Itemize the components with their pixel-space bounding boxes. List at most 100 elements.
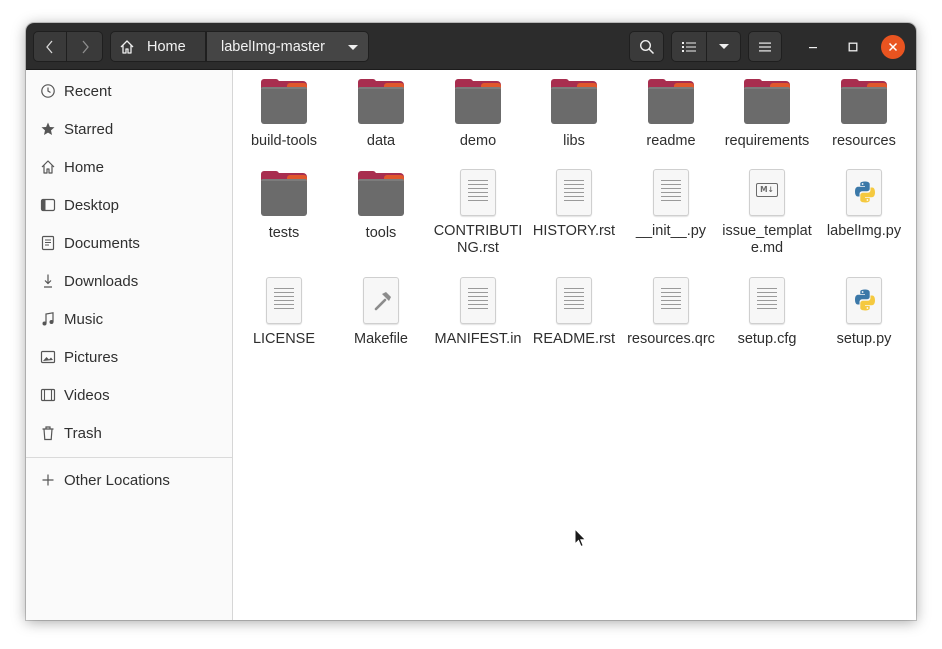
forward-button[interactable] xyxy=(67,31,103,62)
minimize-button[interactable] xyxy=(801,35,825,59)
file-item[interactable]: LICENSE xyxy=(236,277,332,348)
sidebar-item-label: Pictures xyxy=(64,348,119,366)
file-name: HISTORY.rst xyxy=(532,223,616,239)
folder-icon xyxy=(647,79,695,127)
file-item[interactable]: __init__.py xyxy=(623,169,719,240)
sidebar-divider xyxy=(26,457,232,458)
python-file-icon xyxy=(840,277,888,325)
sidebar-item-label: Recent xyxy=(64,82,112,100)
file-name: LICENSE xyxy=(252,331,316,347)
python-file-icon xyxy=(840,169,888,217)
folder-item[interactable]: data xyxy=(333,79,429,150)
star-icon xyxy=(40,121,56,137)
sidebar-item-desktop[interactable]: Desktop xyxy=(26,187,232,223)
folder-item[interactable]: requirements xyxy=(719,79,815,150)
sidebar-item-starred[interactable]: Starred xyxy=(26,111,232,147)
folder-icon xyxy=(260,171,308,219)
file-manager-window: Home labelImg-master Recent Starred Home… xyxy=(26,23,916,620)
folder-icon xyxy=(550,79,598,127)
maximize-button[interactable] xyxy=(841,35,865,59)
file-item[interactable]: MANIFEST.in xyxy=(430,277,526,348)
text-file-icon xyxy=(743,277,791,325)
file-name: README.rst xyxy=(532,331,616,347)
path-current-label: labelImg-master xyxy=(221,38,325,55)
dropdown-arrow-icon xyxy=(348,45,358,50)
sidebar-item-recent[interactable]: Recent xyxy=(26,73,232,109)
desktop-icon xyxy=(40,197,56,213)
plus-icon xyxy=(40,472,56,488)
file-name: setup.cfg xyxy=(737,331,797,347)
view-options-dropdown[interactable] xyxy=(707,31,741,62)
folder-icon xyxy=(260,79,308,127)
chevron-left-icon xyxy=(46,40,53,53)
minimize-icon xyxy=(809,47,817,49)
videos-icon xyxy=(40,387,56,403)
mouse-cursor-icon xyxy=(574,528,587,548)
folder-item[interactable]: demo xyxy=(430,79,526,150)
folder-item[interactable]: tests xyxy=(236,171,332,242)
file-item[interactable]: README.rst xyxy=(526,277,622,348)
search-icon xyxy=(639,39,654,54)
sidebar-item-label: Desktop xyxy=(64,196,120,214)
file-name: tools xyxy=(365,225,397,241)
folder-item[interactable]: libs xyxy=(526,79,622,150)
back-button[interactable] xyxy=(33,31,67,62)
text-file-icon xyxy=(260,277,308,325)
folder-item[interactable]: readme xyxy=(623,79,719,150)
sidebar-item-label: Trash xyxy=(64,424,102,442)
file-item[interactable]: setup.py xyxy=(816,277,912,348)
folder-icon xyxy=(840,79,888,127)
file-item[interactable]: CONTRIBUTING.rst xyxy=(430,169,526,257)
folder-icon xyxy=(454,79,502,127)
file-name: libs xyxy=(563,133,585,149)
file-name: resources xyxy=(832,133,896,149)
makefile-icon xyxy=(357,277,405,325)
sidebar-item-downloads[interactable]: Downloads xyxy=(26,263,232,299)
folder-item[interactable]: build-tools xyxy=(236,79,332,150)
text-file-icon xyxy=(647,277,695,325)
sidebar-item-videos[interactable]: Videos xyxy=(26,377,232,413)
music-icon xyxy=(40,311,56,327)
sidebar-item-pictures[interactable]: Pictures xyxy=(26,339,232,375)
sidebar-item-label: Music xyxy=(64,310,104,328)
sidebar-item-music[interactable]: Music xyxy=(26,301,232,337)
path-bar-home[interactable]: Home xyxy=(110,31,206,62)
folder-item[interactable]: tools xyxy=(333,171,429,242)
sidebar-item-documents[interactable]: Documents xyxy=(26,225,232,261)
file-name: setup.py xyxy=(836,331,892,347)
file-item[interactable]: HISTORY.rst xyxy=(526,169,622,240)
file-name: issue_template.md xyxy=(722,223,812,256)
path-bar-current-folder[interactable]: labelImg-master xyxy=(206,31,369,62)
clock-icon xyxy=(40,83,56,99)
file-name: readme xyxy=(646,133,696,149)
search-button[interactable] xyxy=(629,31,664,62)
file-item[interactable]: labelImg.py xyxy=(816,169,912,240)
file-name: tests xyxy=(268,225,300,241)
list-view-button[interactable] xyxy=(671,31,707,62)
hamburger-menu-icon xyxy=(759,42,771,51)
sidebar-item-trash[interactable]: Trash xyxy=(26,415,232,451)
sidebar-item-label: Documents xyxy=(64,234,140,252)
file-name: build-tools xyxy=(250,133,318,149)
folder-item[interactable]: resources xyxy=(816,79,912,150)
file-name: CONTRIBUTING.rst xyxy=(433,223,523,256)
file-item[interactable]: resources.qrc xyxy=(623,277,719,348)
file-name: __init__.py xyxy=(635,223,707,239)
sidebar-item-other-locations[interactable]: Other Locations xyxy=(26,462,232,498)
header-bar: Home labelImg-master xyxy=(26,23,916,70)
file-name: MANIFEST.in xyxy=(434,331,522,347)
folder-icon xyxy=(357,79,405,127)
file-item[interactable]: Makefile xyxy=(333,277,429,348)
download-icon xyxy=(40,273,56,289)
close-icon xyxy=(888,42,898,52)
file-name: labelImg.py xyxy=(826,223,902,239)
file-item[interactable]: setup.cfg xyxy=(719,277,815,348)
text-file-icon xyxy=(550,169,598,217)
home-icon xyxy=(120,39,134,54)
sidebar-item-home[interactable]: Home xyxy=(26,149,232,185)
main-menu-button[interactable] xyxy=(748,31,782,62)
close-button[interactable] xyxy=(881,35,905,59)
file-item[interactable]: M↓ issue_template.md xyxy=(719,169,815,257)
sidebar-item-label: Downloads xyxy=(64,272,139,290)
file-name: Makefile xyxy=(354,331,408,347)
